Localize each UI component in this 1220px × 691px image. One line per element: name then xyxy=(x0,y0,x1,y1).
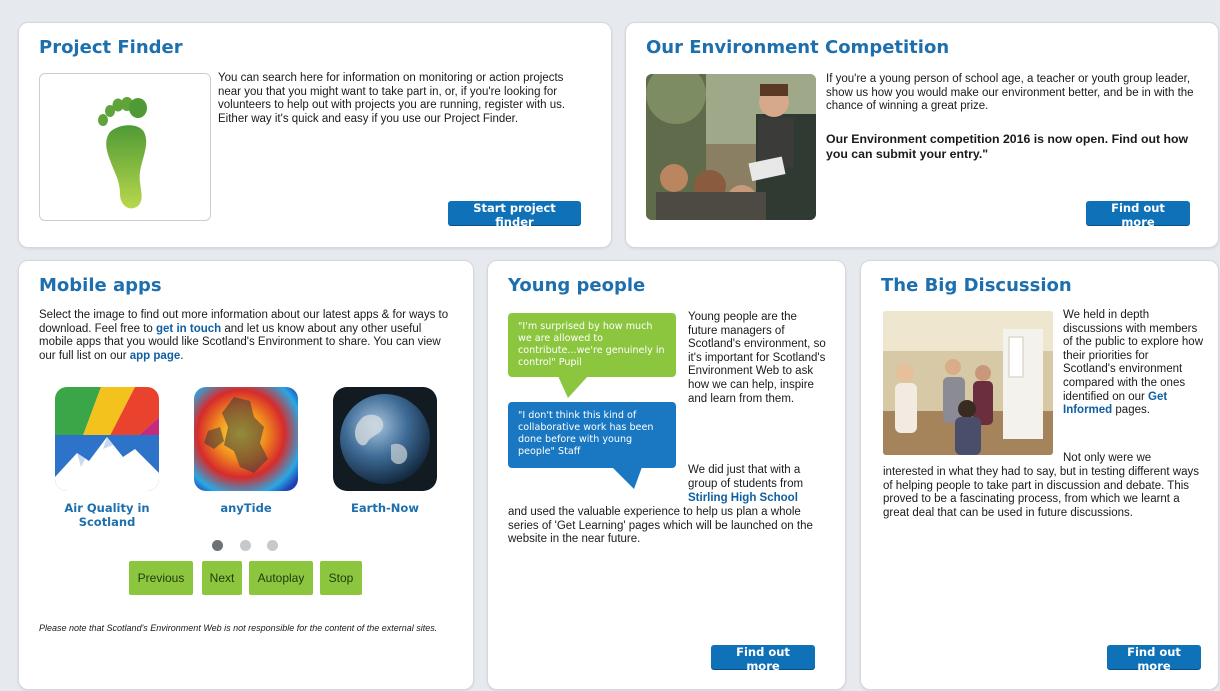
autoplay-button[interactable]: Autoplay xyxy=(249,561,313,595)
intro-text: . xyxy=(180,349,184,362)
bubble-tail xyxy=(612,467,642,489)
air-quality-app-tile[interactable] xyxy=(55,387,159,491)
big-discussion-text-2: interested in what they had to say, but … xyxy=(883,466,1200,519)
previous-button[interactable]: Previous xyxy=(129,561,193,595)
project-finder-logo[interactable] xyxy=(39,73,211,221)
big-discussion-indent-text: Not only were we xyxy=(1063,452,1152,464)
young-people-title: Young people xyxy=(508,275,646,296)
project-finder-text: You can search here for information on m… xyxy=(218,72,566,125)
competition-find-out-more-button[interactable]: Find out more xyxy=(1086,201,1190,229)
body-text: pages. xyxy=(1112,404,1150,417)
next-button[interactable]: Next xyxy=(202,561,242,595)
air-quality-app-label[interactable]: Air Quality in Scotland xyxy=(47,501,167,529)
app-page-link[interactable]: app page xyxy=(130,350,180,362)
disclaimer-text: Please note that Scotland's Environment … xyxy=(39,623,438,633)
anytide-app-icon xyxy=(194,387,298,491)
big-discussion-text: We held in depth discussions with member… xyxy=(1063,309,1203,418)
competition-title: Our Environment Competition xyxy=(646,37,950,58)
earth-now-app-icon xyxy=(333,387,437,491)
start-project-finder-button[interactable]: Start project finder xyxy=(448,201,581,229)
big-discussion-find-out-more-button[interactable]: Find out more xyxy=(1107,645,1201,673)
young-people-text-2: We did just that with a group of student… xyxy=(688,464,804,490)
body-text: We held in depth discussions with member… xyxy=(1063,309,1204,403)
big-discussion-title: The Big Discussion xyxy=(881,275,1072,296)
carousel-dot[interactable] xyxy=(212,540,223,551)
footprint-icon xyxy=(98,97,147,209)
project-finder-title: Project Finder xyxy=(39,37,183,58)
staff-quote-bubble: "I don't think this kind of collaborativ… xyxy=(508,402,676,468)
mobile-apps-title: Mobile apps xyxy=(39,275,162,296)
pupil-quote-bubble: "I'm surprised by how much we are allowe… xyxy=(508,313,676,377)
earth-now-app-tile[interactable] xyxy=(333,387,437,491)
mobile-apps-card: Mobile apps Select the image to find out… xyxy=(18,260,474,690)
mobile-apps-intro: Select the image to find out more inform… xyxy=(39,309,453,363)
carousel-dot[interactable] xyxy=(267,540,278,551)
carousel-dot[interactable] xyxy=(240,540,251,551)
competition-photo[interactable] xyxy=(646,74,816,220)
project-finder-card: Project Finder You can search here for i… xyxy=(18,22,612,248)
get-in-touch-link[interactable]: get in touch xyxy=(156,323,221,335)
earth-now-app-label[interactable]: Earth-Now xyxy=(325,501,445,515)
anytide-app-label[interactable]: anyTide xyxy=(186,501,306,515)
bubble-tail xyxy=(558,376,588,398)
anytide-app-tile[interactable] xyxy=(194,387,298,491)
young-people-card: Young people "I'm surprised by how much … xyxy=(487,260,846,690)
stop-button[interactable]: Stop xyxy=(320,561,362,595)
young-people-text-3: and used the valuable experience to help… xyxy=(508,506,813,546)
competition-highlight: Our Environment competition 2016 is now … xyxy=(826,132,1189,161)
young-people-text: Young people are the future managers of … xyxy=(688,311,826,405)
big-discussion-card: The Big Discussion We held in depth disc… xyxy=(860,260,1219,690)
young-people-find-out-more-button[interactable]: Find out more xyxy=(711,645,815,673)
stirling-high-school-link[interactable]: Stirling High School xyxy=(688,492,798,506)
competition-card: Our Environment Competition If you're a … xyxy=(625,22,1219,248)
big-discussion-photo[interactable] xyxy=(883,311,1053,455)
competition-text: If you're a young person of school age, … xyxy=(826,73,1194,113)
air-quality-app-icon xyxy=(55,387,159,491)
